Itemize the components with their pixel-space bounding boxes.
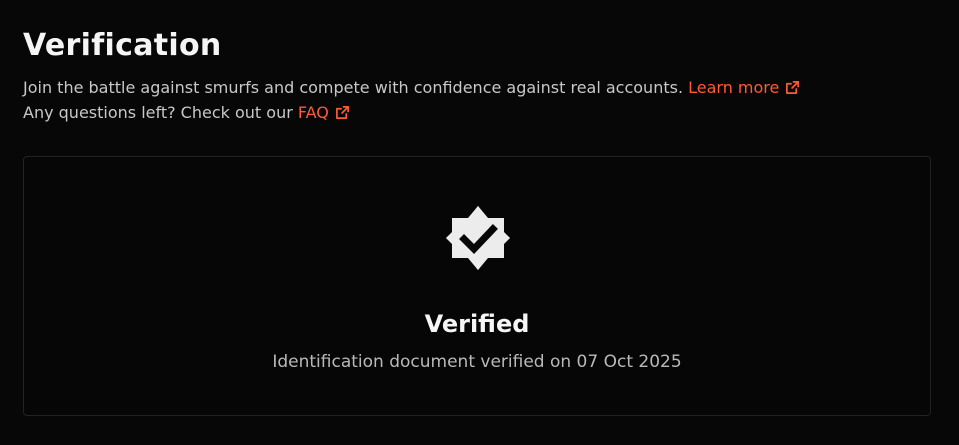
verification-status: Verified — [424, 310, 530, 338]
external-link-icon — [335, 106, 349, 119]
faq-label: FAQ — [297, 103, 329, 122]
learn-more-link[interactable]: Learn more — [688, 78, 800, 97]
page-title: Verification — [23, 28, 222, 63]
verification-page: Verification Join the battle against smu… — [0, 0, 959, 445]
verification-detail: Identification document verified on 07 O… — [272, 352, 682, 372]
verification-status-card: Verified Identification document verifie… — [23, 156, 931, 416]
faq-line: Any questions left? Check out our FAQ — [23, 102, 350, 124]
description-text: Join the battle against smurfs and compe… — [23, 78, 684, 97]
faq-link[interactable]: FAQ — [298, 103, 350, 122]
questions-text: Any questions left? Check out our — [23, 103, 293, 122]
external-link-icon — [786, 81, 800, 94]
learn-more-label: Learn more — [688, 78, 780, 97]
description-line: Join the battle against smurfs and compe… — [23, 77, 800, 99]
verified-badge-icon — [446, 206, 510, 270]
